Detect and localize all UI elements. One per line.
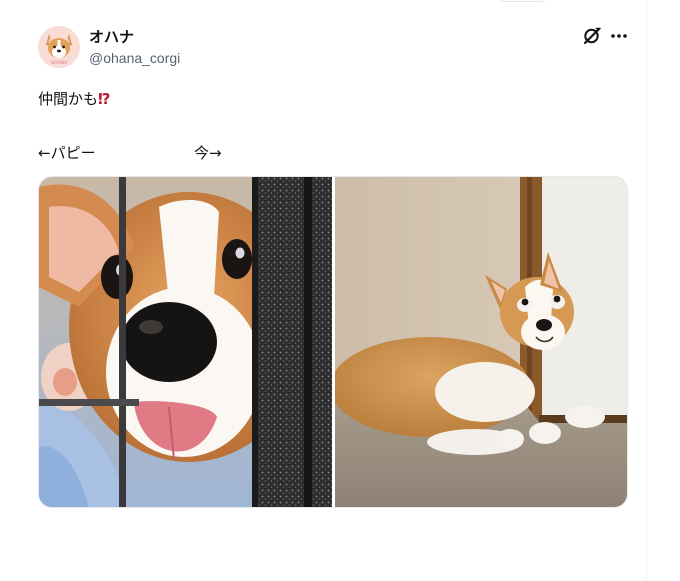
photo-adult-corgi[interactable]: [335, 177, 627, 507]
display-name[interactable]: オハナ: [89, 26, 134, 47]
column-divider: [646, 0, 647, 581]
avatar-badge-text: OHANA: [51, 60, 68, 66]
post: OHANA オハナ @ohana_corgi 仲間かも⁉ ←パピー 今→: [0, 0, 646, 581]
post-text-puppy-label: ←パピー: [38, 144, 96, 162]
post-text-now-label: 今→: [194, 144, 222, 162]
exclamation-question-icon: ⁉: [98, 90, 111, 108]
photo-puppy[interactable]: [39, 177, 332, 507]
post-text-line-1: 仲間かも⁉: [38, 88, 110, 109]
avatar[interactable]: OHANA: [38, 26, 80, 68]
post-text-main: 仲間かも: [38, 90, 99, 108]
media-grid: [38, 176, 628, 508]
user-handle[interactable]: @ohana_corgi: [89, 50, 180, 66]
more-icon[interactable]: [608, 26, 630, 46]
grok-icon[interactable]: [582, 26, 602, 46]
